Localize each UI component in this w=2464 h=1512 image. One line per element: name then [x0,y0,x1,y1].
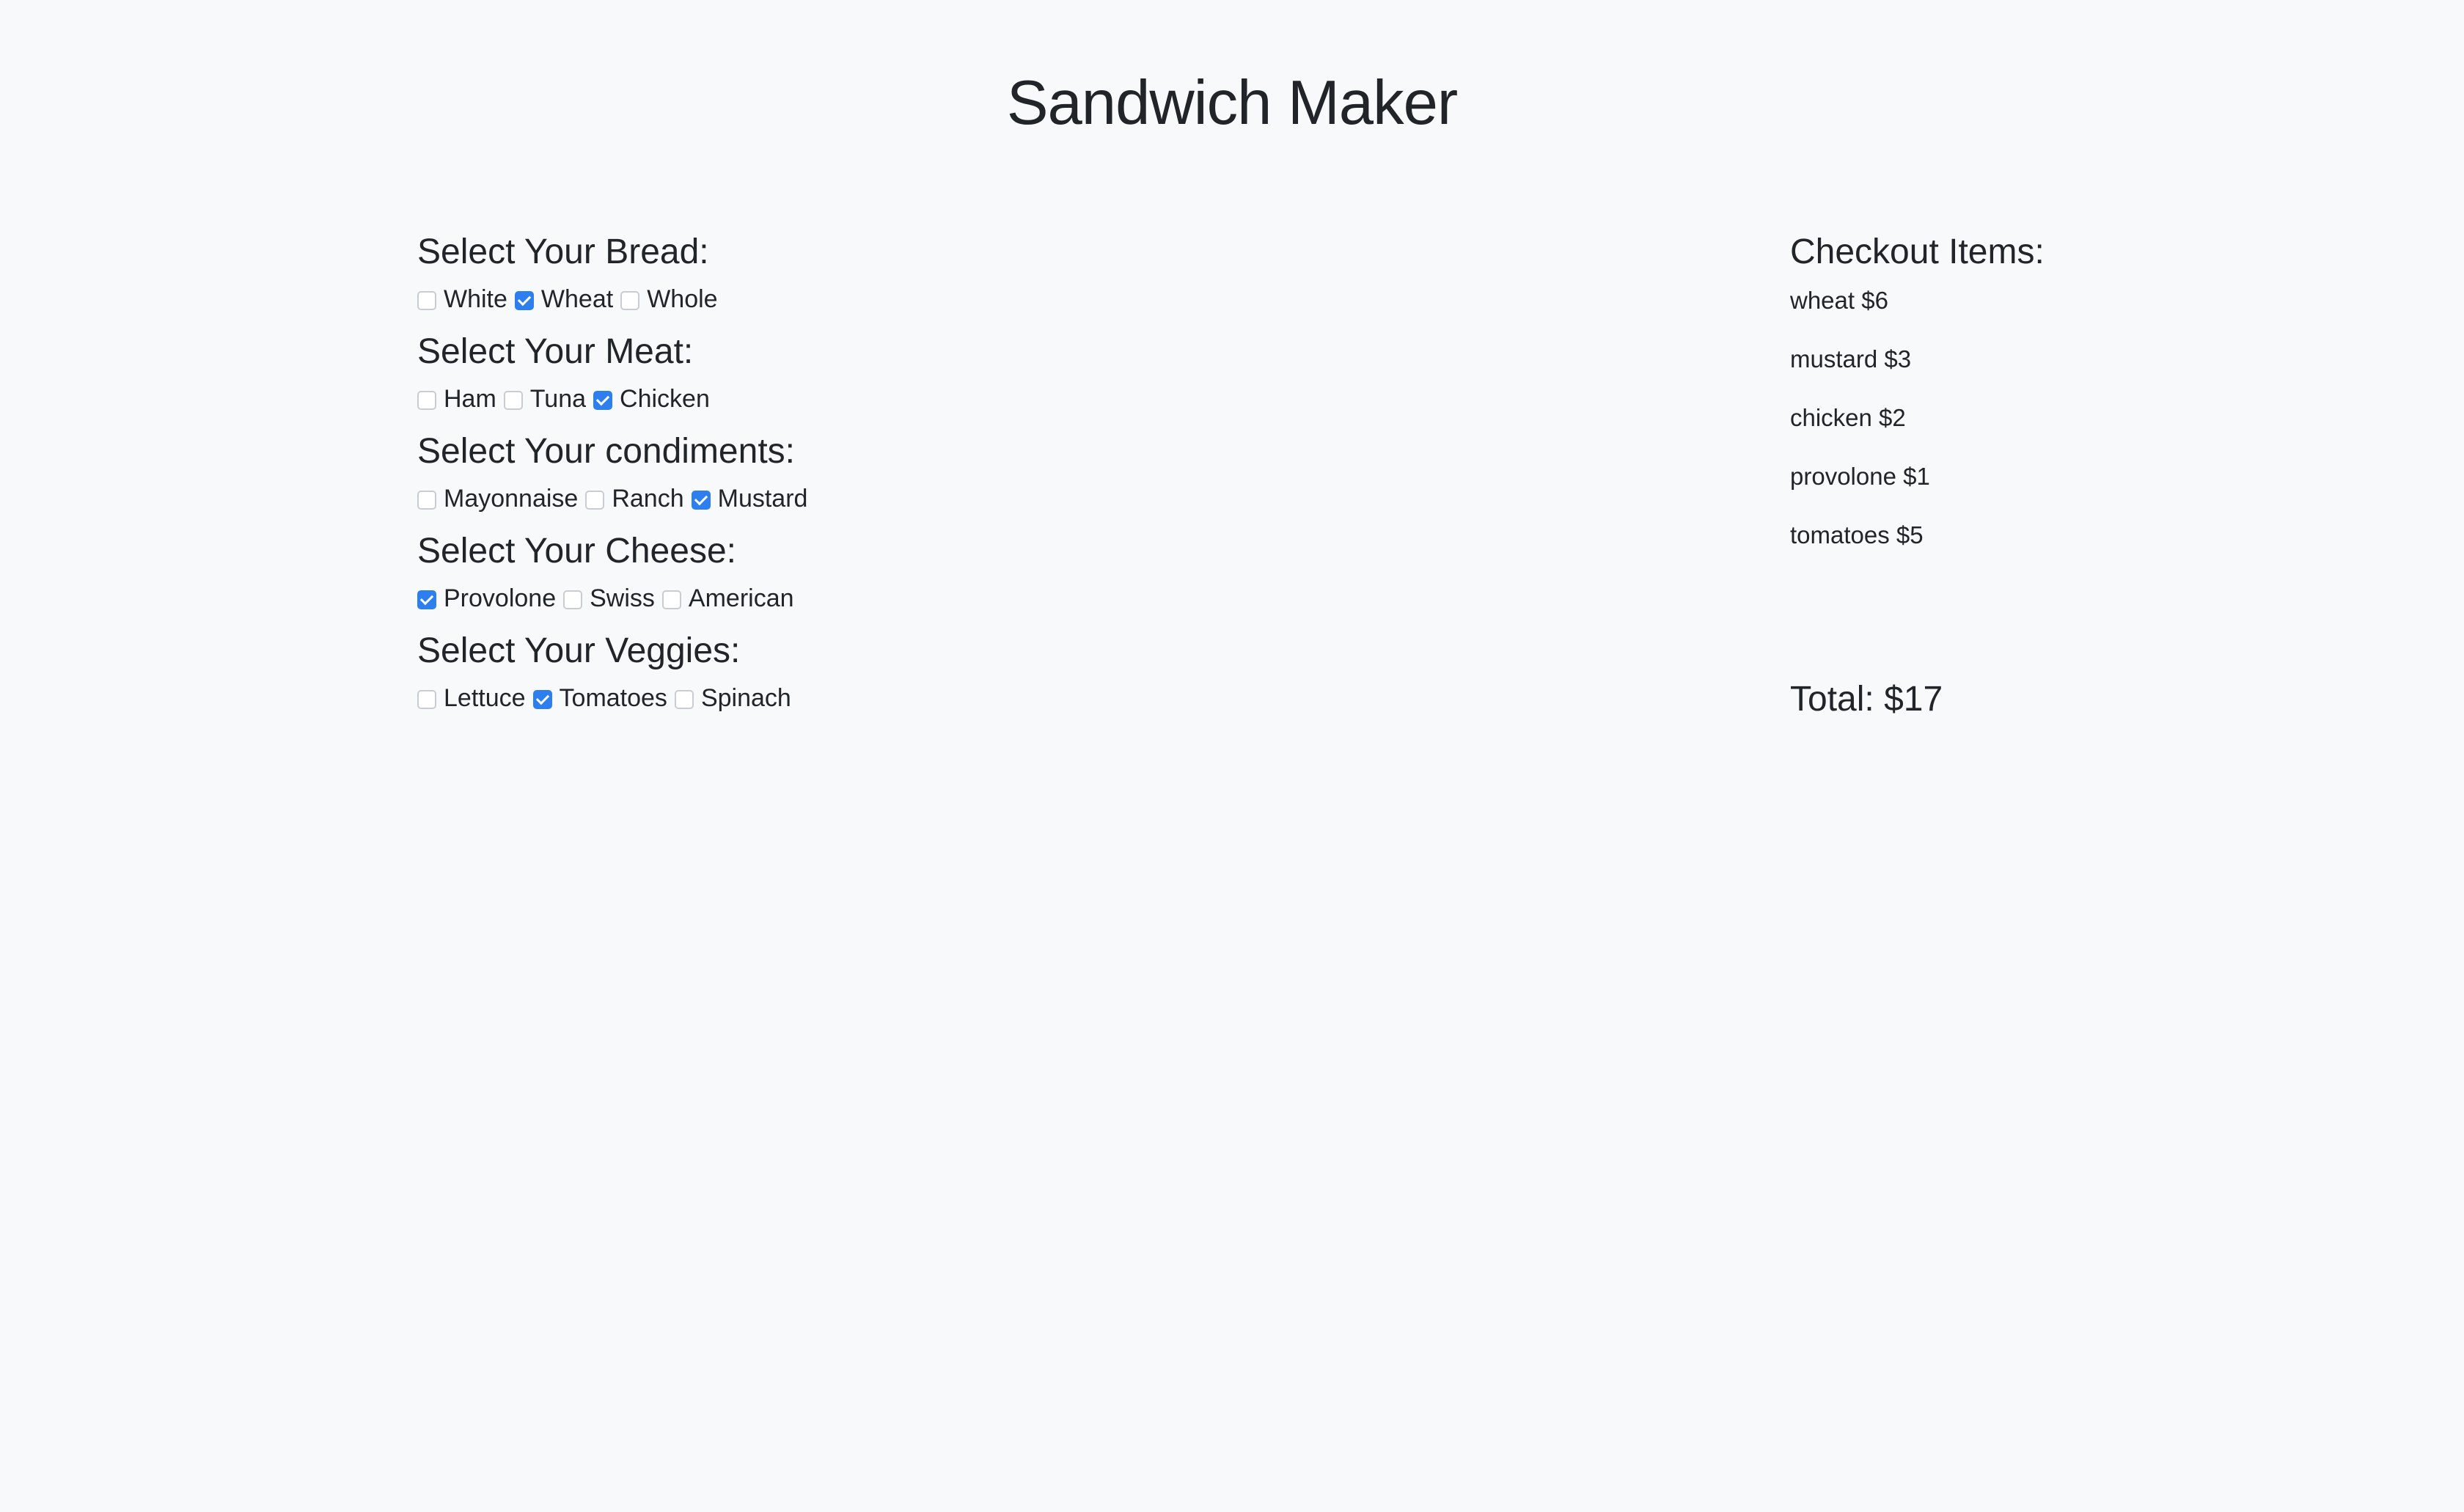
checkbox[interactable] [661,590,681,609]
section-heading: Select Your condiments: [417,432,795,471]
checkbox[interactable] [417,590,436,609]
option-tuna[interactable]: Tuna [503,384,587,414]
checkout-list: wheat $6 mustard $3 chicken $2 provolone… [1790,279,2377,572]
option-provolone[interactable]: Provolone [417,584,556,613]
checkbox[interactable] [674,690,694,709]
option-label: Provolone [444,584,557,612]
option-label: Tuna [529,385,587,413]
cheese-options: Provolone Swiss American [417,578,1444,619]
option-label: Tomatoes [559,684,667,712]
option-whole[interactable]: Whole [620,285,718,314]
bread-section: Select Your Bread: White Wheat Whole [417,229,1444,329]
option-label: Mustard [717,485,808,513]
cheese-section: Select Your Cheese: Provolone Swiss Amer… [417,528,1444,628]
option-label: Ham [444,385,496,413]
checkbox[interactable] [691,491,711,510]
option-mustard[interactable]: Mustard [691,484,808,513]
option-spinach[interactable]: Spinach [674,683,791,713]
option-ranch[interactable]: Ranch [585,484,684,513]
section-heading: Select Your Meat: [417,332,694,371]
section-heading: Select Your Cheese: [417,532,736,570]
option-label: Wheat [540,285,614,313]
checkout-item: mustard $3 [1790,345,1912,373]
section-heading: Select Your Bread: [417,232,709,271]
checkbox[interactable] [503,391,523,410]
checkbox[interactable] [593,391,613,410]
checkbox[interactable] [417,291,436,310]
option-wheat[interactable]: Wheat [514,285,614,314]
bread-options: White Wheat Whole [417,279,1444,320]
option-chicken[interactable]: Chicken [593,384,710,414]
checkout-item: provolone $1 [1790,463,1930,490]
checkbox[interactable] [417,391,436,410]
checkout-item: chicken $2 [1790,404,1906,431]
checkout-panel: Checkout Items: wheat $6 mustard $3 chic… [1790,229,2377,572]
option-lettuce[interactable]: Lettuce [417,683,526,713]
option-label: Mayonnaise [444,485,579,513]
option-american[interactable]: American [661,584,794,613]
section-heading: Select Your Veggies: [417,631,741,670]
option-tomatoes[interactable]: Tomatoes [532,683,667,713]
option-label: Whole [647,285,718,313]
option-label: Ranch [612,485,684,513]
checkbox[interactable] [417,491,436,510]
option-label: American [688,584,794,612]
option-label: Spinach [700,684,791,712]
veggies-options: Lettuce Tomatoes Spinach [417,678,1444,719]
total-price: Total: $17 [1790,680,1943,719]
option-swiss[interactable]: Swiss [563,584,655,613]
checkbox[interactable] [417,690,436,709]
condiments-options: Mayonnaise Ranch Mustard [417,478,1444,519]
checkout-item: wheat $6 [1790,287,1888,314]
checkbox[interactable] [585,491,605,510]
checkbox[interactable] [514,291,534,310]
page: Sandwich Maker Select Your Bread: White … [0,0,2464,1512]
option-ham[interactable]: Ham [417,384,496,414]
meat-section: Select Your Meat: Ham Tuna Chicken [417,329,1444,428]
option-white[interactable]: White [417,285,507,314]
checkout-item: tomatoes $5 [1790,521,1924,548]
option-label: Lettuce [444,684,526,712]
option-label: White [444,285,507,313]
checkout-heading: Checkout Items: [1790,232,2045,271]
ingredient-selection: Select Your Bread: White Wheat Whole Sel… [417,229,1444,727]
veggies-section: Select Your Veggies: Lettuce Tomatoes Sp… [417,628,1444,727]
checkbox[interactable] [620,291,640,310]
option-mayonnaise[interactable]: Mayonnaise [417,484,578,513]
checkbox[interactable] [563,590,583,609]
meat-options: Ham Tuna Chicken [417,378,1444,419]
checkbox[interactable] [532,690,552,709]
option-label: Swiss [590,584,655,612]
page-title: Sandwich Maker [1006,68,1458,138]
condiments-section: Select Your condiments: Mayonnaise Ranch… [417,428,1444,528]
option-label: Chicken [620,385,710,413]
